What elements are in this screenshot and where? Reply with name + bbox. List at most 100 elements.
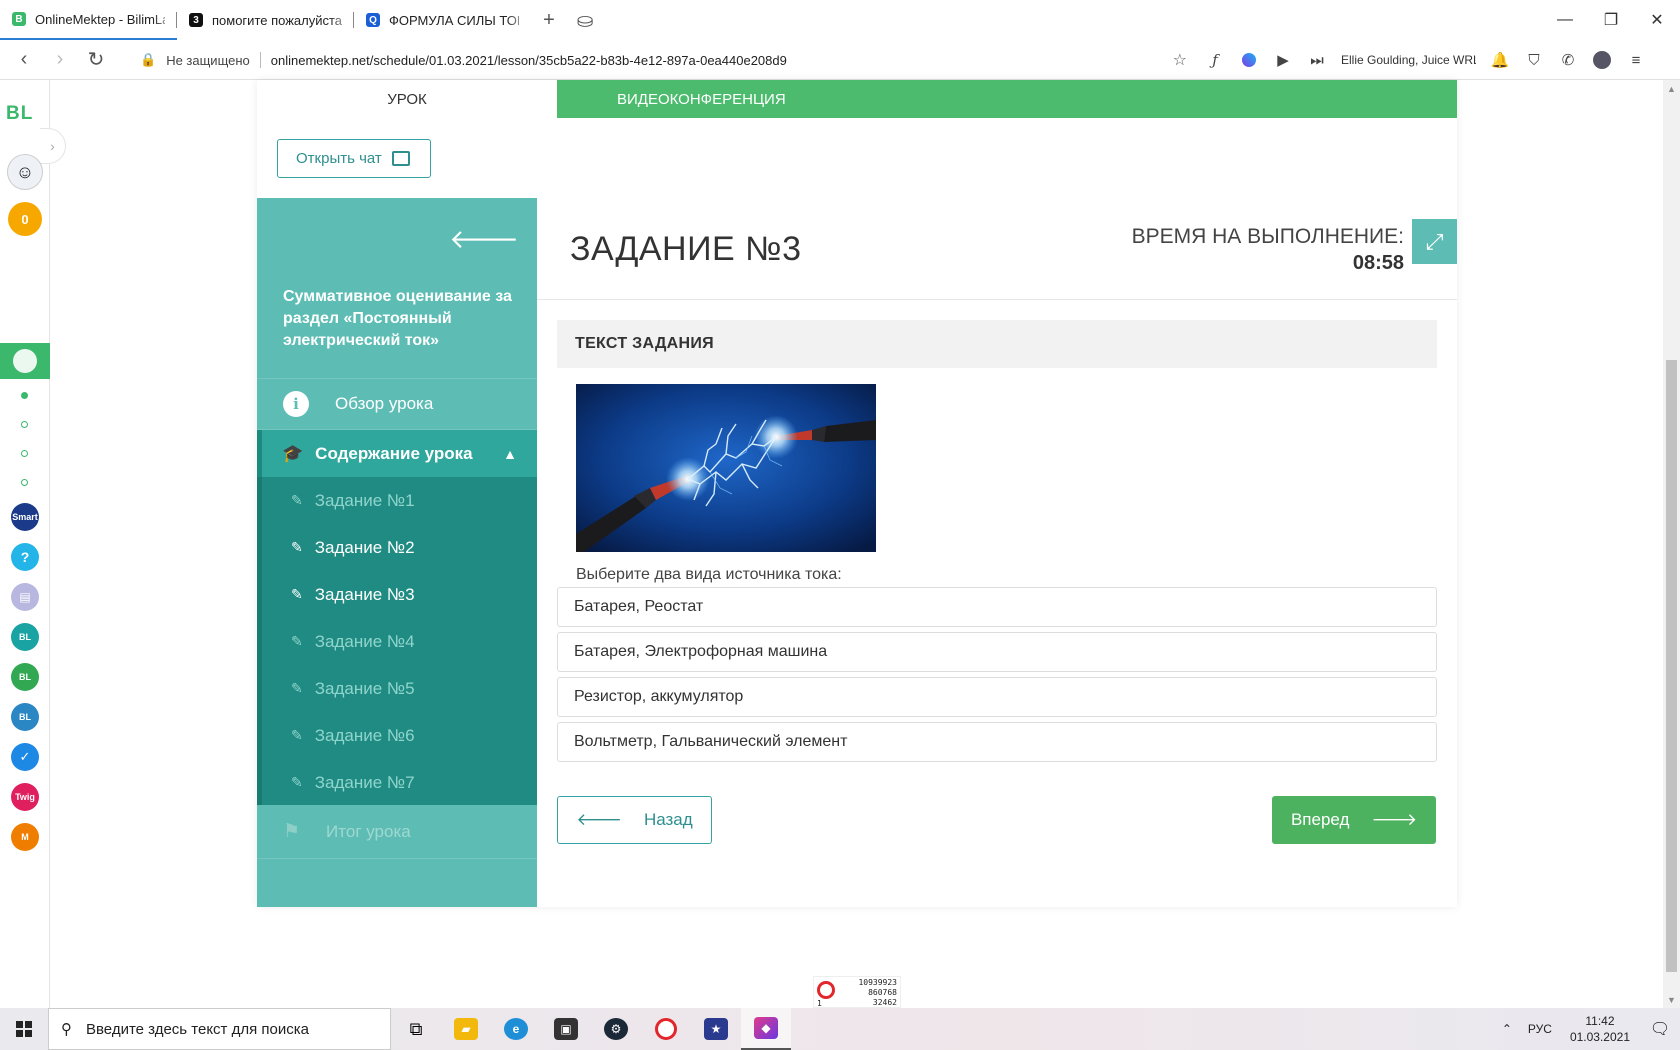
user-avatar[interactable]: ☺ <box>7 154 43 190</box>
whatsapp-icon[interactable]: ✆ <box>1558 50 1578 70</box>
stat-line: 32462 <box>872 998 897 1007</box>
scroll-thumb[interactable] <box>1666 360 1677 972</box>
arrow-right-icon: 🡒 <box>1371 810 1418 829</box>
next-button[interactable]: Вперед 🡒 <box>1272 796 1436 844</box>
url-field[interactable]: 🔒 Не защищено onlinemektep.net/schedule/… <box>140 45 1195 75</box>
help-app-icon[interactable]: ? <box>11 543 39 571</box>
sidebar-item-overview[interactable]: i Обзор урока <box>257 378 537 430</box>
tab-videoconference[interactable]: ВИДЕОКОНФЕРЕНЦИЯ <box>557 80 1457 118</box>
store-icon[interactable]: ▣ <box>541 1008 591 1050</box>
task-label: Задание №4 <box>314 631 415 651</box>
answer-option-label: Резистор, аккумулятор <box>574 688 744 705</box>
sidebar-item-content[interactable]: 🎓 Содержание урока ▲ <box>257 430 537 477</box>
taskbar-clock[interactable]: 11:42 01.03.2021 <box>1560 1013 1640 1045</box>
opera-icon[interactable] <box>641 1008 691 1050</box>
fullscreen-expand-icon[interactable]: ⤢ <box>1412 219 1457 264</box>
bilim-book-app-icon[interactable]: BL <box>11 703 39 731</box>
nav-dot[interactable] <box>21 392 28 399</box>
tab-lesson[interactable]: УРОК <box>257 80 557 118</box>
edit-icon: ✎ <box>291 586 303 602</box>
search-placeholder: Введите здесь текст для поиска <box>86 1020 309 1038</box>
windows-start-icon[interactable] <box>0 1008 48 1050</box>
reload-icon[interactable]: ↻ <box>78 42 114 78</box>
close-icon[interactable]: ✕ <box>1634 0 1680 40</box>
answer-option[interactable]: Батарея, Электрофорная машина <box>557 632 1437 672</box>
language-indicator[interactable]: РУС <box>1520 1022 1560 1036</box>
answer-option[interactable]: Резистор, аккумулятор <box>557 677 1437 717</box>
notification-center-icon[interactable]: 🗨 <box>1640 1008 1680 1050</box>
bilim-land-app-icon[interactable]: BL <box>11 663 39 691</box>
collapse-arrow-left-icon[interactable]: 🡐 <box>449 224 519 255</box>
sidebar-item-task-5[interactable]: ✎ Задание №5 <box>262 665 537 712</box>
tab-title: ФОРМУЛА СИЛЫ ТОКА <box>389 12 519 28</box>
sidebar-item-task-1[interactable]: ✎ Задание №1 <box>262 477 537 524</box>
mektep-app-icon[interactable]: M <box>11 823 39 851</box>
twig-app-icon[interactable]: Twig <box>11 783 39 811</box>
divider <box>537 299 1457 300</box>
info-icon: i <box>283 391 309 417</box>
opera-gx-icon[interactable]: ◆ <box>741 1008 791 1050</box>
scroll-up-icon[interactable]: ▲ <box>1663 80 1680 97</box>
bilimland-logo[interactable]: BL <box>6 103 33 125</box>
new-tab-plus-icon[interactable]: + <box>531 0 567 40</box>
task-view-icon[interactable]: ⧉ <box>391 1008 441 1050</box>
task-app-icon[interactable]: ✓ <box>11 743 39 771</box>
back-arrow-icon[interactable]: ‹ <box>6 42 42 78</box>
forward-arrow-icon[interactable]: › <box>42 42 78 78</box>
nav-dot[interactable] <box>21 421 28 428</box>
nav-dot[interactable] <box>21 450 28 457</box>
color-extension-icon[interactable] <box>1239 50 1259 70</box>
bookmark-star-icon[interactable]: ☆ <box>1173 50 1187 70</box>
sidebar-item-task-6[interactable]: ✎ Задание №6 <box>262 712 537 759</box>
browser-tab[interactable]: Q ФОРМУЛА СИЛЫ ТОКА <box>354 0 531 40</box>
play-icon[interactable]: ▶ <box>1273 50 1293 70</box>
network-stats-widget: 10939923 860768 32462 1 <box>813 976 901 1008</box>
sidebar-item-task-4[interactable]: ✎ Задание №4 <box>262 618 537 665</box>
online-mektep-app-icon[interactable] <box>0 343 50 379</box>
sidebar-item-task-7[interactable]: ✎ Задание №7 <box>262 759 537 806</box>
page-scrollbar[interactable]: ▲ ▼ <box>1663 80 1680 1008</box>
answer-option[interactable]: Батарея, Реостат <box>557 587 1437 627</box>
bell-icon[interactable]: 🔔 <box>1490 50 1510 70</box>
warning-lock-icon: 🔒 <box>140 52 157 67</box>
tray-chevron-up-icon[interactable]: ⌃ <box>1494 1022 1520 1036</box>
file-explorer-icon[interactable]: ▰ <box>441 1008 491 1050</box>
profile-avatar-icon[interactable] <box>1592 50 1612 70</box>
nav-dot[interactable] <box>21 479 28 486</box>
edit-icon: ✎ <box>291 633 303 649</box>
scroll-down-icon[interactable]: ▼ <box>1663 991 1680 1008</box>
steam-icon[interactable]: ⚙ <box>591 1008 641 1050</box>
next-track-icon[interactable]: ⏭ <box>1307 50 1327 70</box>
sidebar-item-task-2[interactable]: ✎ Задание №2 <box>262 524 537 571</box>
answer-option-label: Батарея, Электрофорная машина <box>574 643 828 660</box>
answer-option[interactable]: Вольтметр, Гальванический элемент <box>557 722 1437 762</box>
browser-tab[interactable]: B OnlineMektep - BilimLand <box>0 0 177 40</box>
bilimland-favicon-icon: B <box>12 12 26 26</box>
timer-label: ВРЕМЯ НА ВЫПОЛНЕНИЕ: <box>1131 225 1404 248</box>
window-controls: — ❐ ✕ <box>1542 0 1680 40</box>
edge-icon[interactable]: e <box>491 1008 541 1050</box>
browser-tab[interactable]: 3 помогите пожалуйста <box>177 0 354 40</box>
media-track-title[interactable]: Ellie Goulding, Juice WRLD <box>1341 53 1476 67</box>
sidebar-item-summary[interactable]: ⚑ Итог урока <box>257 805 537 859</box>
edit-icon: ✎ <box>291 680 303 696</box>
back-button[interactable]: 🡐 Назад <box>557 796 712 844</box>
sidebar-item-task-3[interactable]: ✎ Задание №3 <box>262 571 537 618</box>
minimize-icon[interactable]: — <box>1542 0 1588 40</box>
keyboard-app-icon[interactable]: ▤ <box>11 583 39 611</box>
chevron-up-icon: ▲ <box>503 445 517 462</box>
open-chat-button[interactable]: Открыть чат <box>277 139 431 178</box>
font-extension-icon[interactable]: ƒ <box>1205 50 1225 70</box>
star-app-icon[interactable]: ★ <box>691 1008 741 1050</box>
edit-icon: ✎ <box>291 492 303 508</box>
taskbar-search-field[interactable]: ⚲ Введите здесь текст для поиска <box>48 1008 391 1050</box>
menu-icon[interactable]: ≡ <box>1626 50 1646 70</box>
edit-icon: ✎ <box>291 727 303 743</box>
private-mode-icon[interactable]: ⛀ <box>567 0 603 40</box>
restore-icon[interactable]: ❐ <box>1588 0 1634 40</box>
smart-school-app-icon[interactable]: Smart <box>11 503 39 531</box>
coins-badge[interactable]: 0 <box>8 202 42 236</box>
expand-rail-chevron-icon[interactable]: › <box>40 128 66 164</box>
shield-icon[interactable]: ⛉ <box>1524 50 1544 70</box>
bilim-online-app-icon[interactable]: BL <box>11 623 39 651</box>
